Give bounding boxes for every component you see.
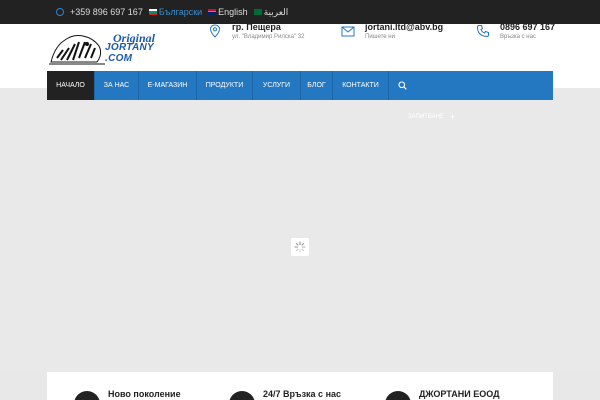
- saudi-flag-icon: [253, 9, 262, 15]
- search-icon: [397, 81, 407, 90]
- feature-icon: [74, 391, 100, 400]
- nav-item-blog[interactable]: БЛОГ: [301, 71, 333, 100]
- search-button[interactable]: [389, 71, 415, 100]
- plus-icon: +: [450, 112, 456, 122]
- feature-icon: [385, 391, 411, 400]
- contact-address-sub: ул. "Владимир Рилска" 32: [232, 34, 305, 40]
- top-phone[interactable]: +359 896 697 167: [70, 7, 143, 17]
- phone-icon: [56, 8, 64, 16]
- nav-item-services[interactable]: УСЛУГИ: [253, 71, 301, 100]
- top-bar: +359 896 697 167 Български English العرب…: [0, 0, 600, 24]
- bulgaria-flag-icon: [148, 9, 157, 15]
- spinner-icon: [294, 241, 306, 253]
- feature-label: ДЖОРТАНИ ЕООД: [419, 389, 500, 399]
- feature-label: Ново поколение: [108, 389, 181, 399]
- site-logo[interactable]: Original JORTANY .COM: [47, 28, 163, 68]
- uk-flag-icon: [208, 9, 217, 15]
- inquiry-label: ЗАПИТВАНЕ: [408, 114, 444, 120]
- feature-icon: [229, 391, 255, 400]
- phone-icon: [476, 25, 489, 38]
- lang-english[interactable]: English: [208, 7, 248, 17]
- tiger-logo-icon: [49, 35, 105, 65]
- feature-label: 24/7 Връзка с нас: [263, 389, 342, 399]
- main-nav: НАЧАЛО ЗА НАС Е-МАГАЗИН ПРОДУКТИ УСЛУГИ …: [47, 71, 553, 100]
- nav-item-home[interactable]: НАЧАЛО: [47, 71, 95, 100]
- contact-phone-sub: Връзка с нас: [500, 34, 536, 40]
- logo-site-name: JORTANY .COM: [105, 42, 154, 64]
- lang-arabic[interactable]: العربية: [253, 7, 288, 18]
- contact-email-sub: Пишете ни: [365, 34, 395, 40]
- nav-item-products[interactable]: ПРОДУКТИ: [197, 71, 253, 100]
- features-bar: Ново поколение 24/7 Връзка с нас ДЖОРТАН…: [47, 372, 553, 400]
- nav-item-shop[interactable]: Е-МАГАЗИН: [139, 71, 197, 100]
- inquiry-link[interactable]: ЗАПИТВАНЕ +: [408, 112, 455, 122]
- envelope-icon: [341, 26, 355, 37]
- lang-bulgarian[interactable]: Български: [148, 7, 202, 17]
- contact-email-title: jortani.ltd@abv.bg: [365, 22, 444, 32]
- nav-item-about[interactable]: ЗА НАС: [95, 71, 139, 100]
- loading-spinner: [291, 238, 309, 256]
- contact-phone-title: 0896 697 167: [500, 22, 556, 32]
- contact-address-title: гр. Пещера: [232, 22, 281, 32]
- hero-slider: [0, 88, 600, 370]
- location-pin-icon: [209, 24, 221, 38]
- nav-item-contacts[interactable]: КОНТАКТИ: [333, 71, 389, 100]
